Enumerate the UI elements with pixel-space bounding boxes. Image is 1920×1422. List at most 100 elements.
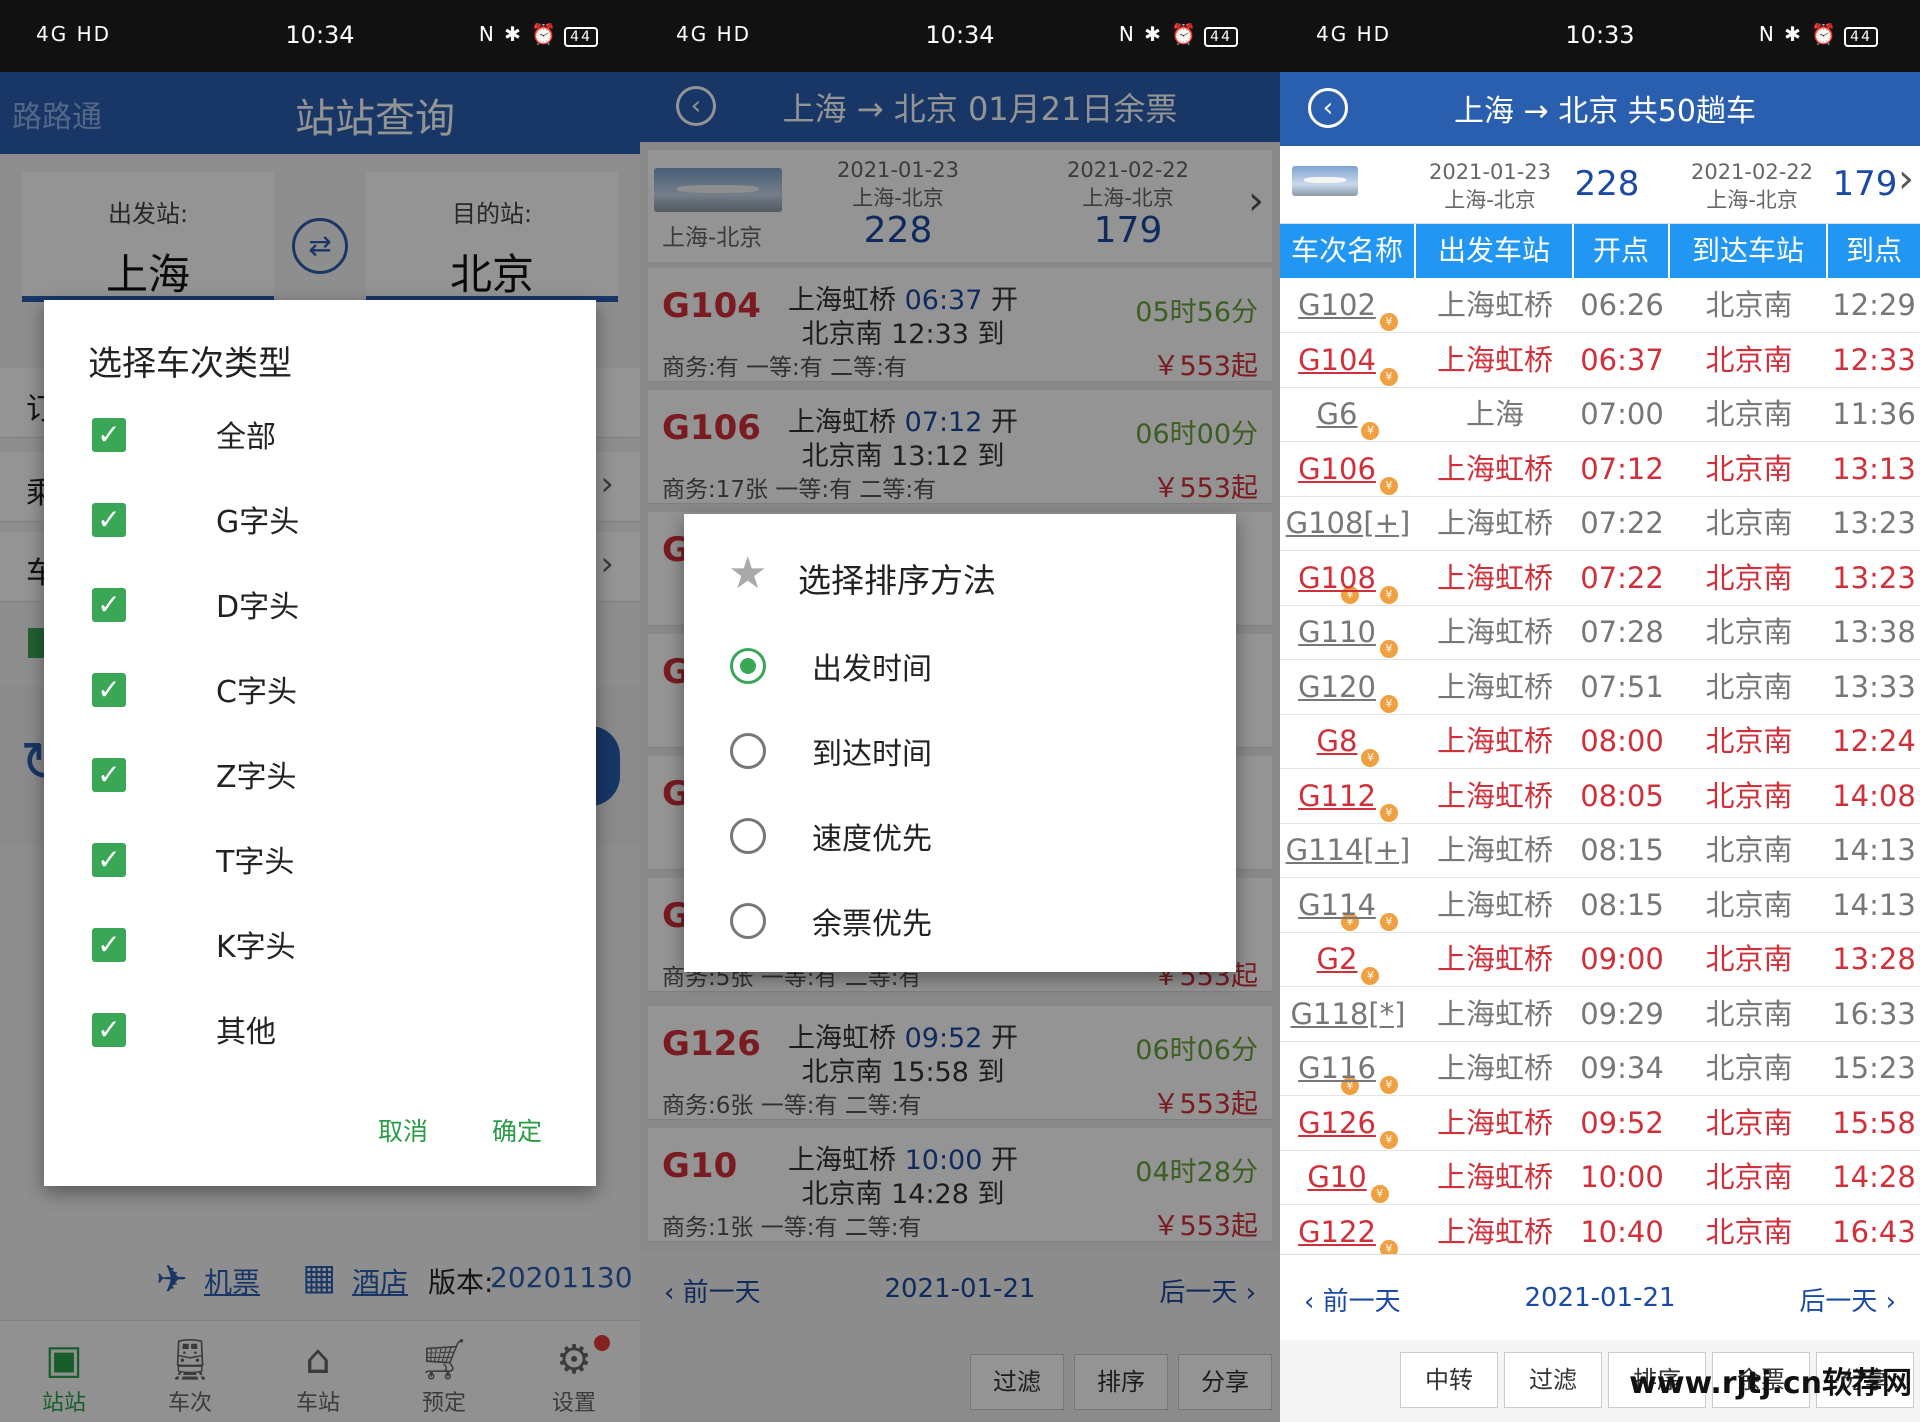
cell-arr: 13:23 [1832, 506, 1916, 540]
col-header[interactable]: 到达车站 [1670, 224, 1828, 278]
coin-icon: ¥ [1379, 1130, 1398, 1149]
check-icon: ✓ [92, 843, 126, 877]
cell-to: 北京南 [1705, 397, 1793, 431]
radio-icon [730, 903, 766, 939]
battery-icon: 44 [1844, 27, 1878, 47]
check-icon: ✓ [92, 928, 126, 962]
table-row[interactable]: G108[+]¥ 上海虹桥 07:22 北京南 13:23 [1280, 496, 1920, 604]
cell-dep: 07:28 [1580, 615, 1664, 649]
cell-arr: 12:33 [1832, 342, 1916, 377]
cell-to: 北京南 [1705, 833, 1793, 867]
cancel-button[interactable]: 取消 [378, 1112, 428, 1148]
cell-from: 上海虹桥 [1436, 1214, 1553, 1249]
table-row[interactable]: G2 ¥ 上海虹桥 09:00 北京南 13:28 [1280, 932, 1920, 987]
table-row[interactable]: G102 ¥ 上海虹桥 06:26 北京南 12:29 [1280, 278, 1920, 333]
table-row[interactable]: G112 ¥ 上海虹桥 08:05 北京南 14:08 [1280, 769, 1920, 824]
col-header[interactable]: 车次名称 [1280, 224, 1416, 278]
flight-promo-card[interactable]: 2021-01-23 上海-北京 228 2021-02-22 上海-北京 17… [1280, 146, 1920, 224]
cell-no[interactable]: G118[*]¥ [1280, 987, 1416, 1095]
radio-icon [730, 818, 766, 854]
coin-icon: ¥ [1379, 694, 1398, 713]
cell-dep: 08:00 [1580, 724, 1664, 758]
cell-no[interactable]: G10 ¥ [1280, 1150, 1416, 1205]
check-icon: ✓ [92, 503, 126, 537]
table-row[interactable]: G104 ¥ 上海虹桥 06:37 北京南 12:33 [1280, 333, 1920, 388]
cell-from: 上海虹桥 [1436, 288, 1553, 322]
check-icon: ✓ [92, 673, 126, 707]
cell-arr: 12:24 [1832, 724, 1916, 758]
cell-no[interactable]: G122 ¥ [1280, 1205, 1416, 1260]
cell-to: 北京南 [1705, 451, 1793, 486]
cell-no[interactable]: G108[+]¥ [1280, 496, 1416, 604]
cell-no[interactable]: G102 ¥ [1280, 278, 1416, 333]
cell-no[interactable]: G126 ¥ [1280, 1096, 1416, 1151]
checkbox-all[interactable]: ✓ 全部 [92, 406, 552, 466]
radio-tickets[interactable]: 余票优先 [730, 893, 1190, 953]
status-bar: 4G HD 10:33 N ✱ ⏰ 44 [1280, 0, 1920, 72]
ok-button[interactable]: 确定 [492, 1112, 542, 1148]
cell-no[interactable]: G104 ¥ [1280, 333, 1416, 388]
cell-no[interactable]: G114[+]¥ [1280, 823, 1416, 931]
cell-no[interactable]: G110 ¥ [1280, 605, 1416, 660]
coin-icon: ¥ [1361, 967, 1380, 985]
cell-arr: 14:28 [1832, 1160, 1916, 1194]
table-row[interactable]: G106 ¥ 上海虹桥 07:12 北京南 13:13 [1280, 442, 1920, 497]
cell-no[interactable]: G2 ¥ [1280, 932, 1416, 987]
col-header[interactable]: 到点 [1828, 224, 1920, 278]
col-header[interactable]: 出发车站 [1416, 224, 1574, 278]
status-icons: N ✱ ⏰ 44 [1119, 22, 1238, 47]
cell-from: 上海虹桥 [1436, 1105, 1553, 1140]
cell-no[interactable]: G112 ¥ [1280, 769, 1416, 824]
table-row[interactable]: G114 ¥ 上海虹桥 08:15 北京南 14:13 [1280, 878, 1920, 933]
table-row[interactable]: G110 ¥ 上海虹桥 07:28 北京南 13:38 [1280, 605, 1920, 660]
next-day-button[interactable]: 后一天 › [1799, 1281, 1896, 1318]
table-row[interactable]: G120 ¥ 上海虹桥 07:51 北京南 13:33 [1280, 660, 1920, 715]
cell-no[interactable]: G8 ¥ [1280, 714, 1416, 769]
filter-button[interactable]: 过滤 [1504, 1352, 1602, 1408]
checkbox-t[interactable]: ✓ T字头 [92, 831, 552, 891]
checkbox-other[interactable]: ✓ 其他 [92, 1001, 552, 1061]
cell-no[interactable]: G120 ¥ [1280, 660, 1416, 715]
cell-no[interactable]: G6 ¥ [1280, 387, 1416, 442]
chevron-right-icon: › [1898, 156, 1914, 202]
check-icon: ✓ [92, 1013, 126, 1047]
cell-arr: 15:23 [1832, 1051, 1916, 1085]
table-row[interactable]: G126 ¥ 上海虹桥 09:52 北京南 15:58 [1280, 1096, 1920, 1151]
checkbox-d[interactable]: ✓ D字头 [92, 576, 552, 636]
table-row[interactable]: G6 ¥ 上海 07:00 北京南 11:36 [1280, 387, 1920, 442]
cell-from: 上海虹桥 [1436, 942, 1553, 976]
cell-no[interactable]: G114 ¥ [1280, 878, 1416, 933]
checkbox-c[interactable]: ✓ C字头 [92, 661, 552, 721]
checkbox-g[interactable]: ✓ G字头 [92, 491, 552, 551]
cell-dep: 09:34 [1580, 1051, 1664, 1085]
cell-no[interactable]: G116 ¥ [1280, 1041, 1416, 1096]
table-row[interactable]: G118[*]¥ 上海虹桥 09:29 北京南 16:33 [1280, 987, 1920, 1095]
radio-arrive-time[interactable]: 到达时间 [730, 723, 1190, 783]
cell-dep: 06:37 [1580, 342, 1664, 377]
cell-dep: 07:51 [1580, 669, 1664, 704]
table-row[interactable]: G10 ¥ 上海虹桥 10:00 北京南 14:28 [1280, 1150, 1920, 1205]
table-row[interactable]: G122 ¥ 上海虹桥 10:40 北京南 16:43 [1280, 1205, 1920, 1260]
radio-speed[interactable]: 速度优先 [730, 808, 1190, 868]
cell-arr: 14:13 [1832, 833, 1916, 867]
table-row[interactable]: G114[+]¥ 上海虹桥 08:15 北京南 14:13 [1280, 823, 1920, 931]
checkbox-k[interactable]: ✓ K字头 [92, 916, 552, 976]
cell-no[interactable]: G108 ¥ [1280, 551, 1416, 606]
table-row[interactable]: G8 ¥ 上海虹桥 08:00 北京南 12:24 [1280, 714, 1920, 769]
radio-icon [730, 733, 766, 769]
cell-no[interactable]: G106 ¥ [1280, 442, 1416, 497]
coin-icon: ¥ [1379, 585, 1398, 604]
table-row[interactable]: G116 ¥ 上海虹桥 09:34 北京南 15:23 [1280, 1041, 1920, 1096]
checkbox-z[interactable]: ✓ Z字头 [92, 746, 552, 806]
cell-arr: 13:13 [1832, 451, 1916, 486]
table-row[interactable]: G108 ¥ 上海虹桥 07:22 北京南 13:23 [1280, 551, 1920, 606]
cell-from: 上海虹桥 [1436, 1051, 1553, 1085]
transfer-button[interactable]: 中转 [1400, 1352, 1498, 1408]
phone-train-table: 4G HD 10:33 N ✱ ⏰ 44 ‹ 上海 → 北京 共50趟车 2021… [1280, 0, 1920, 1422]
radio-depart-time[interactable]: 出发时间 [730, 638, 1190, 698]
cell-from: 上海虹桥 [1436, 778, 1553, 813]
cell-from: 上海虹桥 [1436, 615, 1553, 649]
col-header[interactable]: 开点 [1574, 224, 1670, 278]
cell-from: 上海虹桥 [1436, 451, 1553, 486]
coin-icon: ¥ [1379, 367, 1398, 386]
